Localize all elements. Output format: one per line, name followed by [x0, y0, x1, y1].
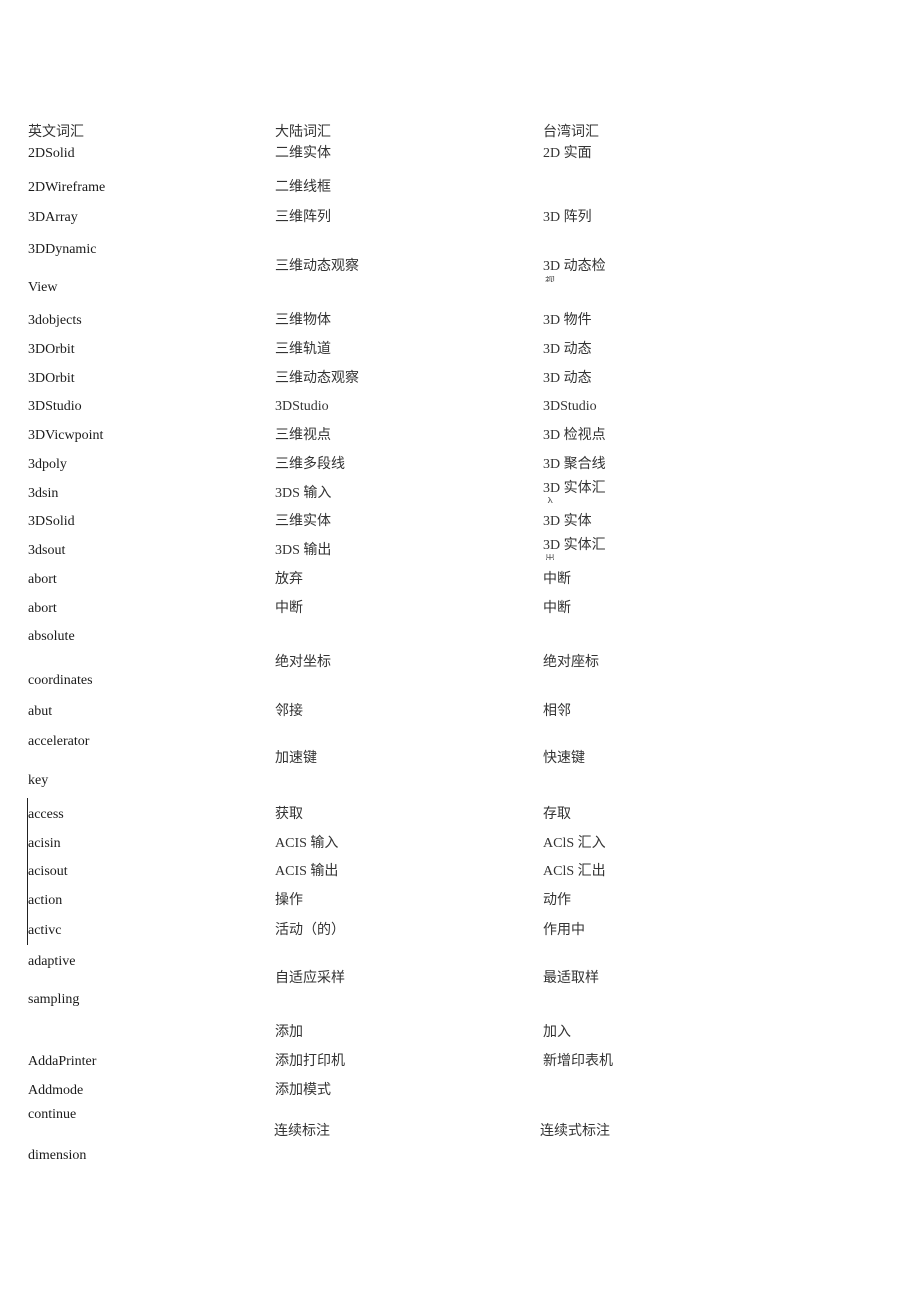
taiwan-term: 存取	[543, 807, 571, 822]
mainland-term: 3DS 输出	[275, 543, 332, 558]
taiwan-term: 3D 实体汇	[543, 481, 606, 496]
english-term: 3DSolid	[28, 514, 75, 529]
mainland-term: 邻接	[275, 704, 303, 719]
taiwan-term: 绝对座标	[543, 655, 599, 670]
header-taiwan: 台湾词汇	[543, 125, 599, 140]
mainland-term: ACIS 输入	[275, 836, 339, 851]
taiwan-term: 连续式标注	[540, 1124, 610, 1139]
english-term: acisout	[28, 864, 68, 879]
mainland-term: 三维视点	[275, 428, 331, 443]
english-term: acisin	[28, 836, 61, 851]
mainland-term: 活动（的）	[275, 923, 345, 938]
taiwan-term-overflow: 出	[545, 554, 555, 560]
taiwan-term: 3D 物件	[543, 313, 592, 328]
mainland-term: 添加打印机	[275, 1054, 345, 1069]
header-english: 英文词汇	[28, 125, 84, 140]
mainland-term: 三维实体	[275, 514, 331, 529]
mainland-term: 中断	[275, 601, 303, 616]
taiwan-term: 新增印表机	[543, 1054, 613, 1069]
taiwan-term: 作用中	[543, 923, 585, 938]
taiwan-term: 3D 实体	[543, 514, 592, 529]
taiwan-term: 3D 检视点	[543, 428, 606, 443]
taiwan-term: 3D 动态	[543, 371, 592, 386]
english-term: abut	[28, 704, 53, 719]
english-term: access	[28, 807, 64, 822]
english-term: 2DSolid	[28, 146, 75, 161]
taiwan-term: 加入	[543, 1025, 571, 1040]
taiwan-term: 3D 聚合线	[543, 457, 606, 472]
taiwan-term: 快速键	[543, 751, 585, 766]
taiwan-term: 2D 实面	[543, 146, 592, 161]
english-term: 3dpoly	[28, 457, 67, 472]
taiwan-term: 3D 动态	[543, 342, 592, 357]
taiwan-term: AClS 汇入	[543, 836, 606, 851]
english-term-cont: sampling	[28, 992, 80, 1007]
mainland-term: 放弃	[275, 572, 303, 587]
english-term: 3DDynamic	[28, 242, 97, 257]
english-term: accelerator	[28, 734, 90, 749]
mainland-term: 自适应采样	[275, 971, 345, 986]
mainland-term: 二维线框	[275, 180, 331, 195]
mainland-term: 添加	[275, 1025, 303, 1040]
mainland-term: 三维多段线	[275, 457, 345, 472]
mainland-term: 三维物体	[275, 313, 331, 328]
taiwan-term: 中断	[543, 572, 571, 587]
english-term: AddaPrinter	[28, 1054, 97, 1069]
english-term: activc	[28, 923, 62, 938]
english-term: 3dsin	[28, 486, 59, 501]
mainland-term: 二维实体	[275, 146, 331, 161]
english-term-cont: coordinates	[28, 673, 93, 688]
english-term-cont: View	[28, 280, 58, 295]
english-term-cont: key	[28, 773, 49, 788]
mainland-term: 三维动态观察	[275, 259, 359, 274]
mainland-term: 绝对坐标	[275, 655, 331, 670]
taiwan-term: AClS 汇出	[543, 864, 606, 879]
english-term: continue	[28, 1107, 77, 1122]
mainland-term: ACIS 输出	[275, 864, 339, 879]
taiwan-term: 3D 动态检	[543, 259, 606, 274]
taiwan-term: 中断	[543, 601, 571, 616]
taiwan-term: 动作	[543, 893, 571, 908]
mainland-term: 3DS 输入	[275, 486, 332, 501]
taiwan-term-overflow: 视	[545, 276, 555, 282]
english-term: abort	[28, 572, 57, 587]
mainland-term: 连续标注	[274, 1124, 330, 1139]
english-term: 3DOrbit	[28, 371, 75, 386]
mainland-term: 3DStudio	[275, 399, 329, 414]
english-term: 3dsout	[28, 543, 66, 558]
english-term: action	[28, 893, 63, 908]
english-term: adaptive	[28, 954, 76, 969]
english-term: Addmode	[28, 1083, 84, 1098]
mainland-term: 添加模式	[275, 1083, 331, 1098]
english-term: absolute	[28, 629, 75, 644]
english-term: 3DStudio	[28, 399, 82, 414]
taiwan-term: 3DStudio	[543, 399, 597, 414]
mainland-term: 获取	[275, 807, 303, 822]
english-term: 3DVicwpoint	[28, 428, 104, 443]
taiwan-term: 最适取样	[543, 971, 599, 986]
taiwan-term: 3D 阵列	[543, 210, 592, 225]
taiwan-term: 3D 实体汇	[543, 538, 606, 553]
english-term: 2DWireframe	[28, 180, 106, 195]
english-term: abort	[28, 601, 57, 616]
mainland-term: 三维阵列	[275, 210, 331, 225]
taiwan-term-overflow: 入	[545, 497, 555, 503]
mainland-term: 三维轨道	[275, 342, 331, 357]
english-term-cont: dimension	[28, 1148, 87, 1163]
english-term: 3DArray	[28, 210, 78, 225]
taiwan-term: 相邻	[543, 704, 571, 719]
english-term: 3dobjects	[28, 313, 82, 328]
mainland-term: 加速键	[275, 751, 317, 766]
header-mainland: 大陆词汇	[275, 125, 331, 140]
glossary-page: 英文词汇 大陆词汇 台湾词汇 2DSolid 二维实体 2D 实面 2DWirefra…	[0, 0, 920, 1301]
english-term: 3DOrbit	[28, 342, 75, 357]
mainland-term: 三维动态观察	[275, 371, 359, 386]
mainland-term: 操作	[275, 893, 303, 908]
